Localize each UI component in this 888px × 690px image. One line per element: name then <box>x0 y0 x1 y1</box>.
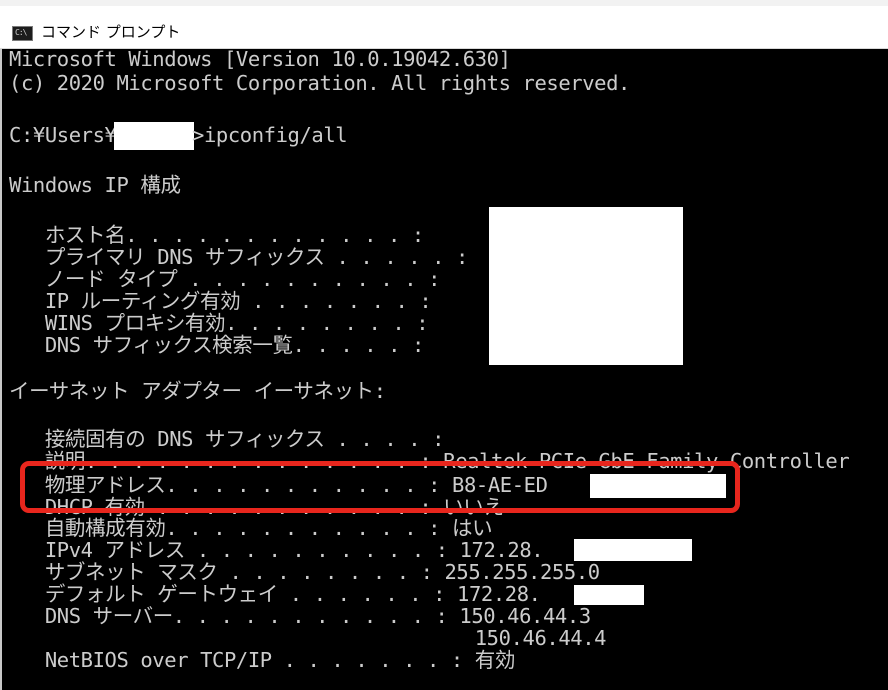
redaction-box <box>114 122 194 150</box>
console-line: デフォルト ゲートウェイ . . . . . . : 172.28. <box>9 582 541 606</box>
console-line: Microsoft Windows [Version 10.0.19042.63… <box>9 49 511 71</box>
console-line: (c) 2020 Microsoft Corporation. All righ… <box>9 71 630 95</box>
console-line: IPv4 アドレス . . . . . . . . . . : 172.28. <box>9 538 544 562</box>
window-title: コマンド プロンプト <box>41 23 181 41</box>
console-line: DNS サーバー. . . . . . . . . . . : 150.46.4… <box>9 604 591 628</box>
console-line: サブネット マスク . . . . . . . . : 255.255.255.… <box>9 560 600 584</box>
console-line: NetBIOS over TCP/IP . . . . . . . : 有効 <box>9 648 516 672</box>
console-line: プライマリ DNS サフィックス . . . . . : <box>9 245 469 269</box>
console-line: 150.46.44.4 <box>9 626 607 650</box>
console-line: DNS サフィックス検索一覧. . . . . : <box>9 333 425 357</box>
highlight-box <box>20 461 740 513</box>
console-line: 自動構成有効. . . . . . . . . . . : はい <box>9 516 493 540</box>
redaction-box <box>574 539 692 561</box>
console-output[interactable]: Microsoft Windows [Version 10.0.19042.63… <box>0 49 888 690</box>
console-line: イーサネット アダプター イーサネット: <box>9 379 386 403</box>
redaction-box <box>489 207 683 365</box>
console-line: IP ルーティング有効 . . . . . . . : <box>9 289 432 313</box>
title-bar-edge <box>0 0 888 6</box>
command-prompt-icon: C:\ <box>12 26 33 41</box>
console-line: 接続固有の DNS サフィックス . . . . : <box>9 427 445 451</box>
console-command: >ipconfig/all <box>192 123 348 147</box>
console-line: ホスト名. . . . . . . . . . . . : <box>9 223 424 247</box>
console-line: Windows IP 構成 <box>9 173 181 197</box>
redaction-box <box>574 585 644 605</box>
icon-glyph: C:\ <box>15 28 27 37</box>
title-bar[interactable]: C:\ コマンド プロンプト <box>0 0 888 49</box>
console-line: WINS プロキシ有効. . . . . . . . : <box>9 311 429 335</box>
console-line: ノード タイプ . . . . . . . . . . : <box>9 267 441 291</box>
console-prompt-path: C:¥Users¥ <box>9 123 117 147</box>
